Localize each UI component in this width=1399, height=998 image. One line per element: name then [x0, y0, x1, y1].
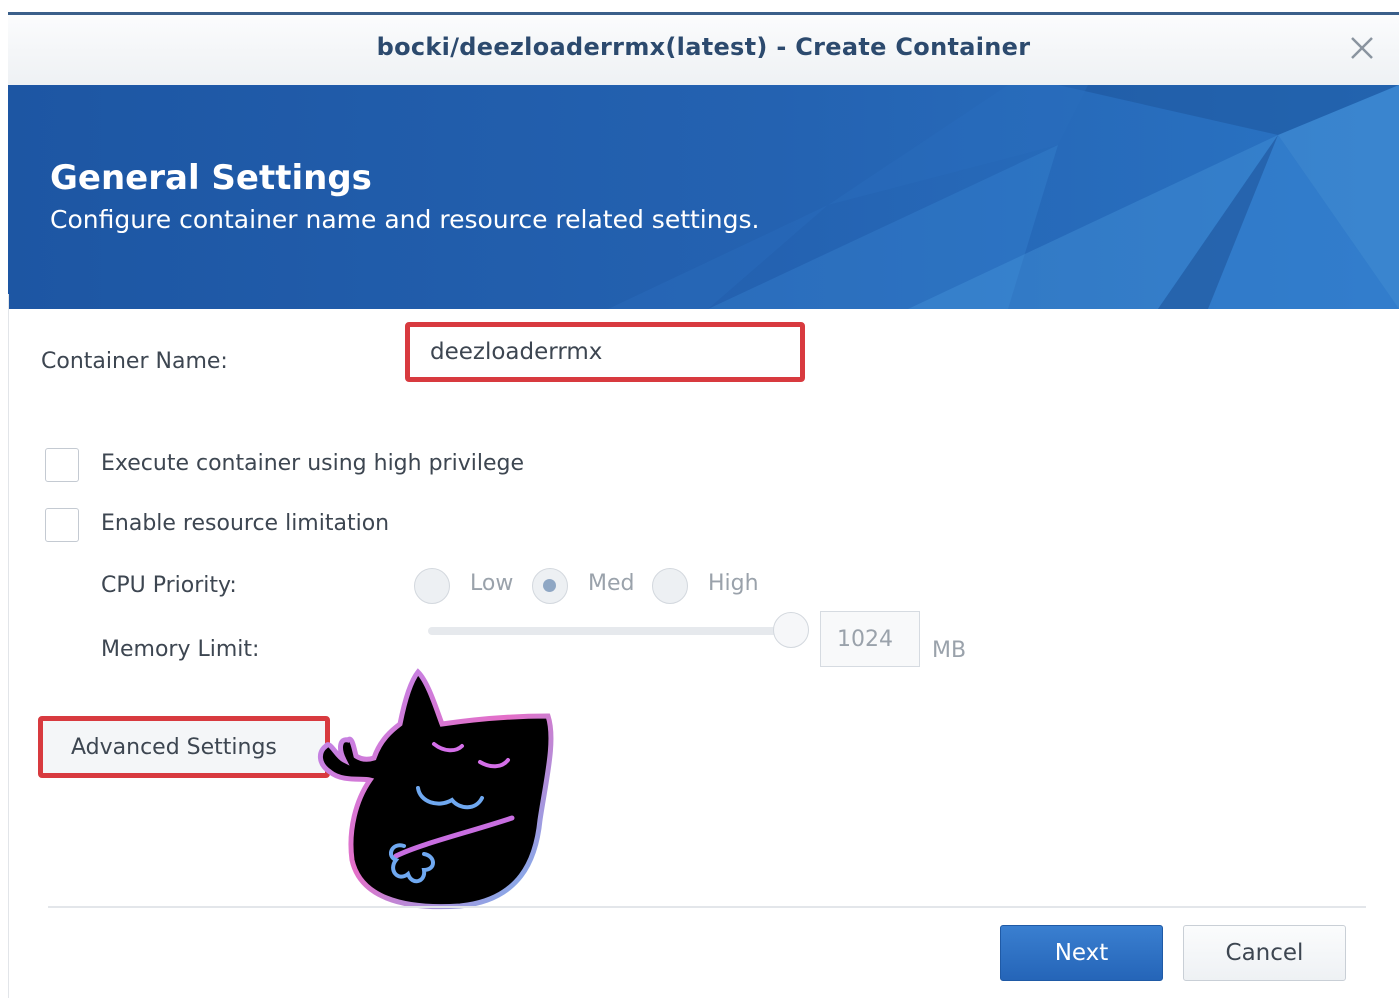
resource-limit-label: Enable resource limitation	[101, 511, 390, 536]
high-privilege-checkbox[interactable]	[45, 448, 79, 482]
cpu-priority-label: CPU Priority:	[101, 573, 237, 598]
dialog-left-border	[8, 294, 9, 998]
resource-limit-checkbox[interactable]	[45, 508, 79, 542]
high-privilege-label: Execute container using high privilege	[101, 451, 524, 476]
cpu-med-radio[interactable]	[532, 568, 568, 604]
advanced-settings-button[interactable]: Advanced Settings	[38, 716, 330, 778]
close-icon[interactable]	[1347, 33, 1377, 63]
memory-unit-label: MB	[932, 638, 967, 663]
create-container-dialog: bocki/deezloaderrmx(latest) - Create Con…	[8, 12, 1399, 998]
cpu-low-label: Low	[470, 571, 514, 596]
cpu-med-label: Med	[588, 571, 635, 596]
page-subtitle: Configure container name and resource re…	[50, 205, 760, 234]
dialog-titlebar: bocki/deezloaderrmx(latest) - Create Con…	[8, 15, 1399, 86]
cpu-low-radio[interactable]	[414, 568, 450, 604]
cat-mascot-icon	[318, 668, 554, 910]
cpu-high-radio[interactable]	[652, 568, 688, 604]
next-button[interactable]: Next	[1000, 925, 1163, 981]
memory-limit-input[interactable]	[820, 611, 920, 667]
page-title: General Settings	[50, 158, 372, 198]
cpu-high-label: High	[708, 571, 759, 596]
cancel-button[interactable]: Cancel	[1183, 925, 1346, 981]
memory-limit-label: Memory Limit:	[101, 637, 260, 662]
dialog-title: bocki/deezloaderrmx(latest) - Create Con…	[376, 33, 1031, 61]
header-banner: General Settings Configure container nam…	[8, 85, 1399, 309]
memory-slider-handle[interactable]	[773, 612, 809, 648]
footer-divider	[48, 906, 1366, 908]
container-name-input[interactable]	[405, 322, 805, 382]
memory-slider-track[interactable]	[428, 627, 792, 635]
container-name-label: Container Name:	[41, 349, 228, 374]
